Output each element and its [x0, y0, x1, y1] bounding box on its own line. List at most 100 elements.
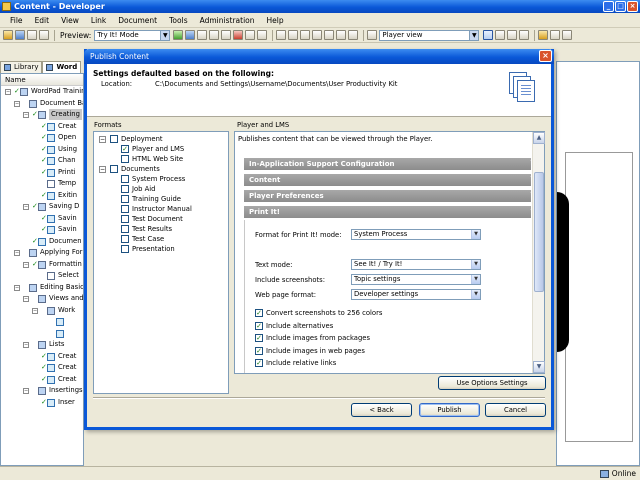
format-checkbox[interactable]: [121, 245, 129, 253]
collapse-icon[interactable]: −: [23, 388, 29, 394]
outline-item[interactable]: [1, 316, 83, 328]
outline-item[interactable]: − ✓ WordPad Training: [1, 86, 83, 98]
new-icon[interactable]: [3, 30, 13, 40]
back-button[interactable]: < Back: [351, 403, 412, 417]
checkbox-box[interactable]: ✓: [255, 334, 263, 342]
tab-library[interactable]: Library: [0, 61, 43, 73]
format-checkbox[interactable]: [121, 225, 129, 233]
outline-item[interactable]: − Editing Basic: [1, 282, 83, 294]
collapse-icon[interactable]: −: [32, 307, 38, 314]
collapse-icon[interactable]: −: [14, 284, 20, 291]
format-checkbox[interactable]: ✓: [121, 145, 129, 153]
section-player-preferences[interactable]: Player Preferencesˇˇ: [244, 190, 531, 203]
right-icon[interactable]: [336, 30, 347, 40]
format-print-select[interactable]: System Process ▼: [351, 229, 481, 240]
outline-item[interactable]: ✓ Printi: [1, 167, 83, 179]
text-mode-select[interactable]: See It! / Try It! ▼: [351, 259, 481, 270]
close-button[interactable]: ×: [627, 1, 638, 12]
outline-item[interactable]: − Views and: [1, 293, 83, 305]
section-content[interactable]: Contentˇˇ: [244, 174, 531, 187]
outline-item[interactable]: ✓ Exitin: [1, 190, 83, 202]
up-icon[interactable]: [300, 30, 311, 40]
outline-item[interactable]: ✓ Chan: [1, 155, 83, 167]
view-icon[interactable]: [367, 30, 378, 40]
collapse-icon[interactable]: −: [99, 166, 106, 173]
menu-item-administration[interactable]: Administration: [194, 13, 261, 28]
format-checkbox[interactable]: [121, 235, 129, 243]
outline-item[interactable]: ✓ Savin: [1, 224, 83, 236]
section-print-it[interactable]: Print It!ˆˆ: [244, 206, 531, 219]
window-icon[interactable]: [562, 30, 573, 40]
outline-item[interactable]: − ✓ Saving D: [1, 201, 83, 213]
outline-item[interactable]: ✓ Documen: [1, 236, 83, 248]
collapse-icon[interactable]: −: [14, 100, 20, 107]
window-icon[interactable]: [550, 30, 561, 40]
outline-item[interactable]: ✓ Creat: [1, 121, 83, 133]
collapse-icon[interactable]: −: [23, 204, 29, 210]
web-page-format-select[interactable]: Developer settings ▼: [351, 289, 481, 300]
scroll-up-icon[interactable]: ▲: [533, 132, 545, 144]
checkbox-box[interactable]: ✓: [255, 321, 263, 330]
print-icon[interactable]: [27, 30, 37, 40]
format-checkbox[interactable]: [121, 175, 129, 183]
option-checkbox[interactable]: ✓ Include images from packages: [255, 333, 370, 343]
outline-item[interactable]: − Work: [1, 305, 83, 317]
cancel-button[interactable]: Cancel: [485, 403, 546, 417]
outline-item[interactable]: − Insertings: [1, 385, 83, 397]
outline-item[interactable]: − Applying Form: [1, 247, 83, 259]
collapse-icon[interactable]: −: [23, 112, 29, 118]
option-checkbox[interactable]: ✓ Convert screenshots to 256 colors: [255, 308, 382, 318]
play-icon[interactable]: [173, 30, 184, 40]
menu-item-help[interactable]: Help: [261, 13, 290, 28]
checkbox-box[interactable]: ✓: [255, 309, 263, 317]
properties-icon[interactable]: [348, 30, 359, 40]
menu-item-file[interactable]: File: [4, 13, 29, 28]
save-icon[interactable]: [15, 30, 25, 40]
outline-item[interactable]: ✓ Inser: [1, 397, 83, 409]
format-checkbox[interactable]: [121, 195, 129, 203]
checkbox-box[interactable]: ✓: [255, 359, 263, 367]
format-checkbox[interactable]: [121, 215, 129, 223]
maximize-button[interactable]: □: [615, 1, 626, 12]
dialog-close-button[interactable]: ×: [539, 50, 552, 62]
delete-icon[interactable]: [233, 30, 244, 40]
view-mode-select[interactable]: Player view ▼: [379, 29, 480, 41]
redo-icon[interactable]: [257, 30, 268, 40]
outline-item[interactable]: [1, 328, 83, 340]
outline-item[interactable]: Temp: [1, 178, 83, 190]
outline-item[interactable]: Select: [1, 270, 83, 282]
outline-item[interactable]: ✓ Creat: [1, 362, 83, 374]
minimize-button[interactable]: _: [603, 1, 614, 12]
format-checkbox[interactable]: [121, 185, 129, 193]
outline-item[interactable]: ✓ Creat: [1, 374, 83, 386]
settings-scrollbar[interactable]: ▲ ▼: [532, 132, 545, 373]
layout-icon[interactable]: [483, 30, 494, 40]
collapse-icon[interactable]: −: [99, 136, 106, 143]
outline-item[interactable]: − Document Basics: [1, 98, 83, 110]
outline-item[interactable]: ✓ Using: [1, 144, 83, 156]
tab-word[interactable]: Word: [42, 61, 82, 73]
cut-icon[interactable]: [197, 30, 208, 40]
option-checkbox[interactable]: ✓ Include alternatives: [255, 321, 333, 331]
find-icon[interactable]: [39, 30, 49, 40]
collapse-icon[interactable]: −: [23, 261, 29, 268]
down-icon[interactable]: [312, 30, 323, 40]
publish-icon[interactable]: [185, 30, 196, 40]
option-checkbox[interactable]: ✓ Include images in web pages: [255, 346, 365, 356]
layout-icon[interactable]: [507, 30, 518, 40]
outline-item[interactable]: − ✓ Formattin: [1, 259, 83, 271]
menu-item-view[interactable]: View: [55, 13, 85, 28]
undo-icon[interactable]: [245, 30, 256, 40]
menu-item-document[interactable]: Document: [112, 13, 163, 28]
checkbox-box[interactable]: ✓: [255, 346, 263, 355]
publish-button[interactable]: Publish: [419, 403, 480, 417]
menu-item-edit[interactable]: Edit: [29, 13, 56, 28]
collapse-icon[interactable]: −: [23, 342, 29, 348]
format-checkbox[interactable]: [110, 165, 118, 173]
outline-item[interactable]: ✓ Savin: [1, 213, 83, 225]
menu-item-tools[interactable]: Tools: [163, 13, 193, 28]
format-checkbox[interactable]: [110, 135, 118, 143]
unlink-icon[interactable]: [288, 30, 299, 40]
collapse-icon[interactable]: −: [23, 296, 29, 302]
layout-icon[interactable]: [519, 30, 530, 40]
